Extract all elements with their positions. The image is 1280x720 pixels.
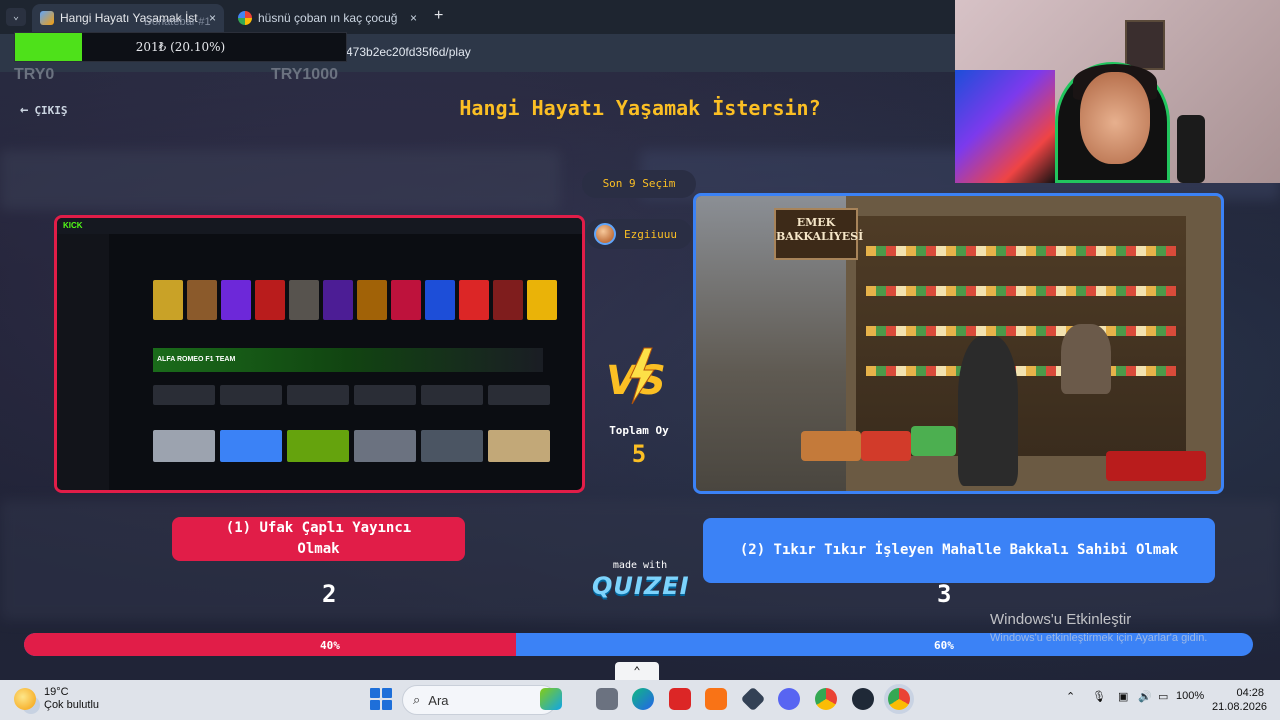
voter-name: Ezgiiuuu bbox=[624, 227, 677, 241]
microphone-icon[interactable]: 🎙 bbox=[1092, 690, 1106, 703]
option-1-votes: 2 bbox=[322, 580, 337, 608]
vlc-icon[interactable] bbox=[705, 688, 727, 710]
task-view-icon[interactable] bbox=[596, 688, 618, 710]
kick-banner-text: ALFA ROMEO F1 TEAM bbox=[157, 356, 236, 363]
chevron-up-icon[interactable]: ⌃ bbox=[1066, 690, 1075, 703]
weather-desc: Çok bulutlu bbox=[44, 699, 100, 711]
obs-diamond-icon[interactable] bbox=[740, 686, 766, 712]
recent-voter-chip: Ezgiiuuu bbox=[586, 219, 692, 249]
streamer-face bbox=[1080, 72, 1150, 164]
edge-icon[interactable] bbox=[632, 688, 654, 710]
chrome-active-icon[interactable] bbox=[888, 688, 910, 710]
kick-sidebar bbox=[57, 234, 109, 490]
url-text[interactable]: 473b2ec20fd35f6d/play bbox=[346, 45, 471, 59]
microphone bbox=[1177, 115, 1205, 183]
obs-studio-icon[interactable] bbox=[852, 688, 874, 710]
option-1-button[interactable]: (1) Ufak Çaplı Yayıncı Olmak bbox=[172, 517, 465, 561]
taskbar-search[interactable]: ⌕ Ara bbox=[402, 685, 557, 715]
tab-search-menu-button[interactable]: ⌄ bbox=[6, 8, 26, 26]
clock-time: 04:28 bbox=[1236, 687, 1264, 699]
copilot-icon[interactable] bbox=[540, 688, 562, 710]
shopper-figure bbox=[958, 336, 1018, 486]
option-1-percent: 40% bbox=[320, 639, 340, 652]
total-votes-value: 5 bbox=[631, 440, 647, 468]
avatar bbox=[594, 223, 616, 245]
activation-heading: Windows'u Etkinleştir bbox=[990, 611, 1132, 628]
windows-activation-watermark: Windows'u Etkinleştir Windows'u etkinleş… bbox=[990, 611, 1207, 644]
kick-topbar: KICK bbox=[57, 218, 582, 234]
exit-button[interactable]: ← ÇIKIŞ bbox=[20, 102, 68, 118]
donation-max-label: TRY1000 bbox=[271, 66, 338, 83]
new-tab-button[interactable]: + bbox=[434, 7, 443, 25]
app-red-icon[interactable] bbox=[669, 688, 691, 710]
webcam-overlay bbox=[955, 0, 1280, 183]
quiz-favicon-icon bbox=[40, 11, 54, 25]
weather-widget[interactable]: 19°C Çok bulutlu bbox=[14, 686, 99, 712]
vs-icon: VS bbox=[606, 347, 666, 405]
network-icon[interactable]: ▣ bbox=[1118, 690, 1128, 703]
system-clock[interactable]: 04:28 21.08.2026 bbox=[1212, 686, 1268, 714]
activation-subtext: Windows'u etkinleştirmek için Ayarlar'a … bbox=[990, 632, 1208, 644]
option-2-image[interactable]: EMEK BAKKALİYESİ bbox=[693, 193, 1224, 494]
partly-cloudy-icon bbox=[14, 688, 36, 710]
close-icon[interactable]: × bbox=[410, 11, 417, 25]
shop-sign: EMEK BAKKALİYESİ bbox=[774, 208, 863, 260]
kick-banner: ALFA ROMEO F1 TEAM bbox=[153, 348, 543, 372]
option-1-image[interactable]: KICK ALFA ROMEO F1 TEAM bbox=[54, 215, 585, 493]
shopkeeper-figure bbox=[1061, 324, 1111, 394]
volume-icon[interactable]: 🔊 bbox=[1138, 690, 1152, 703]
donation-progress-bar: 201₺ (20.10%) bbox=[14, 32, 347, 62]
chevron-up-icon[interactable]: ⌃ bbox=[615, 662, 659, 680]
battery-icon[interactable]: ▭ bbox=[1158, 690, 1168, 703]
clock-date: 21.08.2026 bbox=[1212, 701, 1268, 713]
windows-taskbar: 19°C Çok bulutlu ⌕ Ara ⌃ 🎙 ▣ 🔊 ▭ 100% 04… bbox=[0, 680, 1280, 720]
option-2-percent: 60% bbox=[934, 639, 954, 652]
monitor-screen bbox=[955, 70, 1055, 183]
tab-google-search[interactable]: hüsnü çoban ın kaç çocuğu var × bbox=[230, 4, 425, 32]
page-title: Hangi Hayatı Yaşamak İstersin? bbox=[459, 96, 821, 120]
donation-amount: 201₺ (20.10%) bbox=[135, 40, 226, 54]
donatebar-title: Donatebar #1 bbox=[144, 16, 211, 28]
search-placeholder: Ara bbox=[428, 692, 449, 708]
kick-logo: KICK bbox=[63, 221, 83, 230]
option-2-votes: 3 bbox=[937, 580, 952, 608]
battery-percent: 100% bbox=[1176, 690, 1205, 702]
option-1-share-fill bbox=[24, 633, 516, 656]
last-choices-badge[interactable]: Son 9 Seçim bbox=[582, 170, 696, 198]
tab-title: hüsnü çoban ın kaç çocuğu var bbox=[258, 11, 398, 25]
donation-min-label: TRY0 bbox=[14, 66, 55, 83]
windows-start-icon[interactable] bbox=[370, 688, 392, 710]
weather-temp: 19°C bbox=[44, 686, 69, 698]
total-votes-label: Toplam Oy bbox=[609, 424, 669, 437]
chrome-icon[interactable] bbox=[815, 688, 837, 710]
option-2-button[interactable]: (2) Tıkır Tıkır İşleyen Mahalle Bakkalı … bbox=[703, 518, 1215, 583]
exit-label: ÇIKIŞ bbox=[34, 103, 68, 117]
search-icon: ⌕ bbox=[413, 692, 421, 707]
arrow-left-icon: ← bbox=[20, 102, 29, 118]
quizei-logo: QUIZEI bbox=[592, 572, 690, 600]
google-favicon-icon bbox=[238, 11, 252, 25]
made-with-label: made with bbox=[612, 560, 668, 571]
discord-icon[interactable] bbox=[778, 688, 800, 710]
